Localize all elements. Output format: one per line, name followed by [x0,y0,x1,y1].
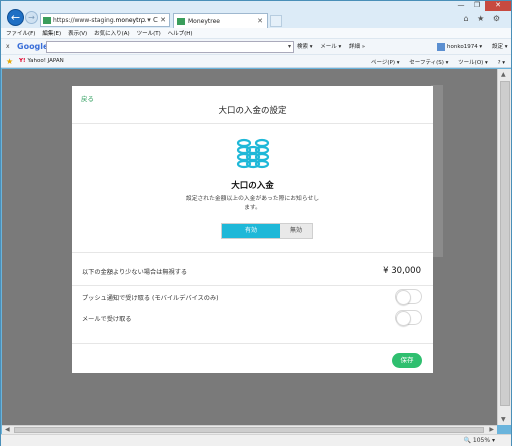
menu-tools[interactable]: ツール(T) [132,28,161,37]
address-bar[interactable]: https://www-staging.moneytr... ρ ▾ C ✕ [40,13,170,27]
push-notification-toggle[interactable] [395,289,422,305]
favorites-bar: ★ Y! Yahoo! JAPAN ページ(P) ▾ セーフティ(S) ▾ ツール… [1,54,511,68]
window-controls: — ❐ ✕ [453,1,511,11]
divider [72,123,433,124]
horizontal-scroll-thumb[interactable] [14,427,484,433]
address-url: https://www-staging.moneytr... [53,17,147,24]
tab-title: Moneytree [188,18,220,25]
zoom-level[interactable]: 🔍 105% ▾ [464,437,495,444]
divider [72,343,433,344]
scroll-left-icon[interactable]: ◀ [5,426,10,433]
hero-title: 大口の入金 [231,181,274,191]
disable-option[interactable]: 無効 [280,224,312,238]
minimize-button[interactable]: — [453,1,469,11]
push-notification-label: プッシュ通知で受け取る (モバイルデバイスのみ) [82,295,219,302]
divider [72,252,433,253]
google-toolbar-buttons: 検索 ▾ メール ▾ 詳細 » [297,42,371,50]
email-notification-label: メールで受け取る [82,316,132,323]
coins-icon [236,138,270,169]
scroll-down-icon[interactable]: ▼ [501,416,506,423]
scroll-up-icon[interactable]: ▲ [501,71,506,78]
hero-description: 設定された金額以上の入金があった際にお知らせします。 [185,196,320,211]
email-notification-toggle[interactable] [395,310,422,326]
back-nav-icon[interactable]: ← [7,9,24,26]
command-help[interactable]: ? ▾ [498,60,505,66]
google-logo: Google [17,42,49,51]
toolbar-close-icon[interactable]: x [6,43,10,50]
tab-favicon-icon [177,18,185,25]
horizontal-scrollbar[interactable]: ◀ ▶ [2,425,497,434]
settings-modal: 戻る 大口の入金の設定 大口の入金 設定された金額以上の入金があった際にお知らせ… [72,86,433,373]
google-user[interactable]: honko1974 ▾ 設定 ▾ [437,42,507,51]
menu-bar: ファイル(F) 編集(E) 表示(V) お気に入り(A) ツール(T) ヘルプ(… [1,28,511,38]
enable-option[interactable]: 有効 [222,224,280,238]
more-button[interactable]: 詳細 » [349,44,365,50]
command-bar: ページ(P) ▾ セーフティ(S) ▾ ツール(O) ▾ ? ▾ [363,58,505,66]
search-dropdown-icon[interactable]: ▾ [288,43,291,50]
command-tools[interactable]: ツール(O) ▾ [458,60,488,66]
divider [72,285,433,286]
menu-file[interactable]: ファイル(F) [1,28,35,37]
save-button[interactable]: 保存 [392,353,422,368]
close-window-button[interactable]: ✕ [485,1,511,11]
vertical-scrollbar[interactable]: ▲ ▼ [497,69,511,425]
enable-toggle-group: 有効 無効 [221,223,313,239]
menu-edit[interactable]: 編集(E) [37,28,61,37]
maximize-button[interactable]: ❐ [469,1,485,11]
vertical-scroll-thumb[interactable] [500,81,510,406]
command-page[interactable]: ページ(P) ▾ [371,60,400,66]
tab-moneytree[interactable]: Moneytree ✕ [173,13,268,29]
menu-favorites[interactable]: お気に入り(A) [89,28,130,37]
site-favicon-icon [43,17,51,24]
favorite-yahoo-japan[interactable]: Y! Yahoo! JAPAN [19,58,64,64]
new-tab-button[interactable] [270,15,282,27]
menu-help[interactable]: ヘルプ(H) [163,28,193,37]
yahoo-logo-icon: Y! [19,58,26,64]
status-bar: 🔍 105% ▾ [1,434,511,446]
address-bar-icons[interactable]: ρ ▾ C ✕ [141,16,166,24]
favorites-star-icon[interactable]: ★ [6,57,13,66]
user-avatar-icon [437,42,445,51]
browser-window: ← → https://www-staging.moneytr... ρ ▾ C… [0,0,512,446]
forward-nav-icon[interactable]: → [25,11,38,24]
google-toolbar: x Google ▾ 検索 ▾ メール ▾ 詳細 » honko1974 ▾ 設… [1,38,511,54]
menu-view[interactable]: 表示(V) [63,28,87,37]
mail-button[interactable]: メール ▾ [320,44,341,50]
command-safety[interactable]: セーフティ(S) ▾ [409,60,448,66]
tab-close-icon[interactable]: ✕ [257,17,263,25]
google-search-button[interactable]: 検索 ▾ [297,44,313,50]
threshold-label: 以下の金額より少ない場合は無視する [82,269,188,276]
modal-title: 大口の入金の設定 [218,106,287,116]
user-name: honko1974 ▾ [447,44,483,50]
google-search-input[interactable]: ▾ [46,41,294,53]
home-favorites-settings-icons[interactable]: ⌂ ★ ⚙ [463,14,503,23]
threshold-amount[interactable]: ¥ 30,000 [383,266,421,276]
scroll-right-icon[interactable]: ▶ [489,426,494,433]
settings-button[interactable]: 設定 ▾ [492,44,508,50]
back-link[interactable]: 戻る [81,93,94,103]
